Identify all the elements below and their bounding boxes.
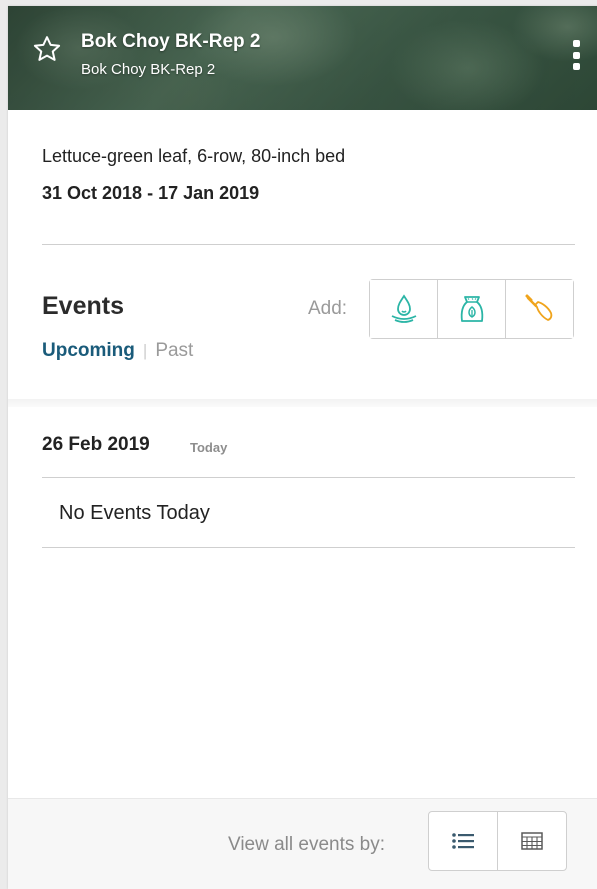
card-subtitle: Bok Choy BK-Rep 2 bbox=[81, 61, 216, 78]
section-separator bbox=[8, 399, 597, 407]
star-icon[interactable] bbox=[32, 34, 62, 64]
add-irrigation-button[interactable] bbox=[370, 280, 438, 338]
events-heading: Events bbox=[42, 292, 124, 320]
add-planting-button[interactable] bbox=[506, 280, 573, 338]
tab-past[interactable]: Past bbox=[155, 340, 193, 362]
add-event-buttons bbox=[369, 279, 574, 339]
event-day-date: 26 Feb 2019 bbox=[42, 434, 150, 455]
empty-events-message: No Events Today bbox=[59, 502, 210, 524]
crop-card: Bok Choy BK-Rep 2 Bok Choy BK-Rep 2 Lett… bbox=[8, 6, 597, 889]
card-title: Bok Choy BK-Rep 2 bbox=[81, 31, 261, 52]
tab-separator: | bbox=[142, 341, 148, 360]
header-background bbox=[8, 6, 597, 110]
trowel-icon bbox=[525, 294, 552, 321]
crop-description: Lettuce-green leaf, 6-row, 80-inch bed bbox=[42, 146, 346, 166]
fertilizer-bag-icon bbox=[460, 296, 483, 322]
divider bbox=[42, 547, 575, 548]
add-fertilizer-button[interactable] bbox=[438, 280, 506, 338]
calendar-grid-icon bbox=[521, 832, 543, 850]
today-badge: Today bbox=[190, 440, 228, 455]
date-range: 31 Oct 2018 - 17 Jan 2019 bbox=[42, 183, 260, 203]
more-options-icon[interactable] bbox=[571, 40, 581, 70]
events-tabs: Upcoming | Past bbox=[42, 340, 193, 362]
add-label: Add: bbox=[308, 298, 348, 319]
divider bbox=[42, 477, 575, 478]
list-view-button[interactable] bbox=[429, 812, 498, 870]
view-events-label: View all events by: bbox=[228, 834, 386, 855]
tab-upcoming[interactable]: Upcoming bbox=[42, 340, 135, 362]
list-icon bbox=[452, 833, 474, 849]
card-header: Bok Choy BK-Rep 2 Bok Choy BK-Rep 2 bbox=[8, 6, 597, 110]
divider bbox=[42, 244, 575, 245]
calendar-view-button[interactable] bbox=[498, 812, 566, 870]
crop-details: Lettuce-green leaf, 6-row, 80-inch bed 3… bbox=[42, 146, 575, 204]
view-mode-buttons bbox=[428, 811, 567, 871]
water-drop-icon bbox=[391, 294, 416, 323]
